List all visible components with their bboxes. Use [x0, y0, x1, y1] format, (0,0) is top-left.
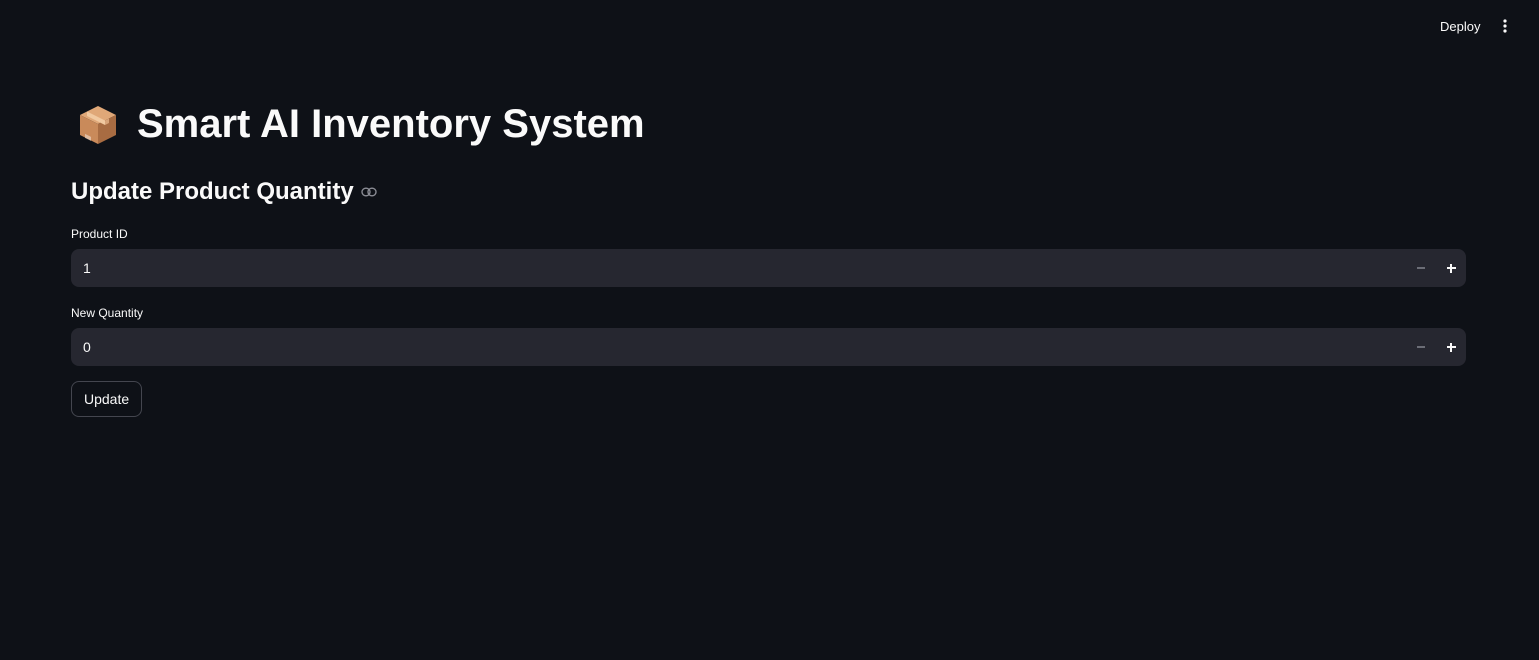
new-quantity-input-container — [71, 328, 1466, 366]
main-menu-button[interactable] — [1494, 14, 1516, 38]
vertical-dots-icon — [1503, 19, 1507, 33]
app-root: Deploy Smart AI Inventory System Update … — [0, 0, 1539, 660]
product-id-increment-button[interactable] — [1436, 249, 1466, 287]
package-box-icon — [80, 105, 116, 144]
new-quantity-input[interactable] — [71, 328, 1406, 366]
minus-icon — [1417, 346, 1425, 348]
minus-icon — [1417, 267, 1425, 269]
new-quantity-increment-button[interactable] — [1436, 328, 1466, 366]
product-id-label: Product ID — [71, 227, 128, 241]
update-button[interactable]: Update — [71, 381, 143, 417]
product-id-input-container — [71, 249, 1466, 287]
top-header: Deploy — [0, 0, 1539, 52]
product-id-input[interactable] — [71, 249, 1406, 287]
product-id-decrement-button[interactable] — [1406, 249, 1436, 287]
page-title: Smart AI Inventory System — [137, 102, 645, 146]
section-subheader: Update Product Quantity — [71, 178, 354, 205]
deploy-button[interactable]: Deploy — [1432, 13, 1488, 39]
anchor-link-icon[interactable] — [360, 183, 379, 201]
new-quantity-label: New Quantity — [71, 306, 144, 320]
new-quantity-decrement-button[interactable] — [1406, 328, 1436, 366]
section-subheader-row: Update Product Quantity — [71, 178, 379, 206]
page-title-row: Smart AI Inventory System — [77, 102, 645, 147]
